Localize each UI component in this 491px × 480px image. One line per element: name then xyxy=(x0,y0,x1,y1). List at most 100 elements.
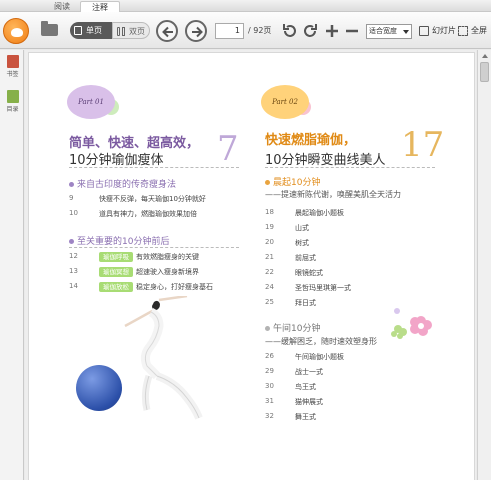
flower-decoration xyxy=(391,308,432,339)
double-page-icon xyxy=(117,27,120,36)
zoom-in-icon[interactable] xyxy=(323,22,341,40)
toc-page-num: 30 xyxy=(265,382,274,390)
toc-page-num: 25 xyxy=(265,298,274,306)
bullet-icon xyxy=(265,326,270,331)
toc-entry-text: 稳定身心，打好瘦身基石 xyxy=(136,283,213,291)
toc-page-num: 32 xyxy=(265,412,274,420)
rotate-right-icon[interactable] xyxy=(301,22,319,40)
part-badge-right: Part 02 xyxy=(261,85,309,119)
tab-annotate[interactable]: 注释 xyxy=(80,1,120,12)
toc-tag: 瑜伽呼吸 xyxy=(99,252,133,262)
toc-page-num: 22 xyxy=(265,268,274,276)
toc-page-num: 19 xyxy=(265,223,274,231)
divider xyxy=(69,247,239,248)
toc-entry[interactable]: 鸟王式 xyxy=(295,382,316,392)
rotate-left-icon[interactable] xyxy=(281,22,299,40)
vertical-scrollbar[interactable] xyxy=(477,50,491,480)
toc-page-num: 20 xyxy=(265,238,274,246)
toc-entry[interactable]: 前屈式 xyxy=(295,253,316,263)
zoom-out-icon[interactable] xyxy=(343,22,361,40)
section-subtitle: ——缓解困乏，随时速效塑身形 xyxy=(265,337,377,346)
toc-page-num: 24 xyxy=(265,283,274,291)
scroll-up-icon[interactable] xyxy=(482,54,488,58)
section-title: 晨起10分钟 xyxy=(273,178,321,188)
part-title-right-line2: 10分钟瞬变曲线美人 xyxy=(265,153,386,168)
logo-icon[interactable] xyxy=(3,18,29,44)
toc-entry[interactable]: 猫伸展式 xyxy=(295,397,323,407)
chevron-down-icon xyxy=(403,30,409,34)
zoom-value: 适合宽度 xyxy=(369,27,397,35)
sidebar-item-label: 书签 xyxy=(6,71,19,78)
toc-tag: 瑜伽冥想 xyxy=(99,267,133,277)
fullscreen-icon xyxy=(458,26,468,36)
toc-entry-text: 有效燃脂瘦身的关键 xyxy=(136,253,199,261)
toc-entry[interactable]: 瑜伽冥想 超速驶入瘦身新境界 xyxy=(99,267,199,277)
toc-entry[interactable]: 舞王式 xyxy=(295,412,316,422)
toc-entry[interactable]: 树式 xyxy=(295,238,309,248)
zoom-select[interactable]: 适合宽度 xyxy=(366,24,412,39)
toc-page-num: 12 xyxy=(69,252,78,260)
document-page: Part 01 简单、快速、超高效， 10分钟瑜伽瘦体 7 来自古印度的传奇瘦身… xyxy=(28,52,475,480)
folder-icon[interactable] xyxy=(41,21,58,36)
toc-entry[interactable]: 晨起瑜伽小题板 xyxy=(295,208,344,218)
section-heading: 来自古印度的传奇瘦身法 xyxy=(69,177,176,190)
toc-entry-text: 超速驶入瘦身新境界 xyxy=(136,268,199,276)
toc-entry[interactable]: 战士一式 xyxy=(295,367,323,377)
fullscreen-label: 全屏 xyxy=(471,26,487,35)
next-page-icon xyxy=(192,26,203,38)
section-heading: 午间10分钟 xyxy=(265,321,320,334)
document-viewport[interactable]: Part 01 简单、快速、超高效， 10分钟瑜伽瘦体 7 来自古印度的传奇瘦身… xyxy=(25,50,476,480)
toolbar: 单页 双页 1 / 92页 适合宽度 幻灯片 全屏 xyxy=(0,12,491,49)
toc-entry[interactable]: 山式 xyxy=(295,223,309,233)
toc-entry[interactable]: 道具有神力，燃脂瑜伽效果加倍 xyxy=(99,209,197,219)
sidebar-item-toc[interactable]: 目录 xyxy=(3,90,22,113)
toc-page-num: 18 xyxy=(265,208,274,216)
section-title: 至关重要的10分钟前后 xyxy=(77,237,170,247)
next-page-button[interactable] xyxy=(185,20,207,42)
part-page-number-left: 7 xyxy=(217,129,239,169)
prev-page-button[interactable] xyxy=(156,20,178,42)
yoga-woman-illustration xyxy=(124,296,203,420)
double-page-button[interactable]: 双页 xyxy=(112,22,150,39)
bullet-icon xyxy=(69,239,74,244)
slideshow-icon xyxy=(419,26,429,36)
single-page-button[interactable]: 单页 xyxy=(70,22,112,39)
toc-entry[interactable]: 快瘦不反弹，每天瑜伽10分钟就好 xyxy=(99,194,206,204)
toc-entry[interactable]: 拜日式 xyxy=(295,298,316,308)
toc-page-num: 13 xyxy=(69,267,78,275)
section-heading: 至关重要的10分钟前后 xyxy=(69,234,169,247)
part-page-number-right: 17 xyxy=(401,125,445,165)
fullscreen-button[interactable]: 全屏 xyxy=(458,23,487,39)
toc-page-num: 10 xyxy=(69,209,78,217)
toc-entry[interactable]: 圣哲玛里琪第一式 xyxy=(295,283,351,293)
toc-page-num: 26 xyxy=(265,352,274,360)
sidebar-item-bookmark[interactable]: 书签 xyxy=(3,55,22,78)
bullet-icon xyxy=(265,180,270,185)
section-title: 来自古印度的传奇瘦身法 xyxy=(77,180,177,190)
toc-page-num: 9 xyxy=(69,194,74,202)
toc-page-num: 14 xyxy=(69,282,78,290)
bookmark-icon xyxy=(6,55,19,68)
section-heading: 晨起10分钟 xyxy=(265,175,320,188)
bullet-icon xyxy=(69,182,74,187)
scroll-thumb[interactable] xyxy=(480,62,489,82)
page-number-input[interactable]: 1 xyxy=(215,23,244,39)
page-total: / 92页 xyxy=(248,26,272,35)
slideshow-label: 幻灯片 xyxy=(432,26,456,35)
toc-page-num: 29 xyxy=(265,367,274,375)
slideshow-button[interactable]: 幻灯片 xyxy=(419,23,456,39)
title-bar: 阅读 注释 xyxy=(0,0,491,12)
toc-entry[interactable]: 瑜伽放松 稳定身心，打好瘦身基石 xyxy=(99,282,213,292)
section-title: 午间10分钟 xyxy=(273,324,321,334)
toc-icon xyxy=(6,90,19,103)
tab-read[interactable]: 阅读 xyxy=(44,1,80,12)
toc-entry[interactable]: 午间瑜伽小题板 xyxy=(295,352,344,362)
toc-entry[interactable]: 瑜伽呼吸 有效燃脂瘦身的关键 xyxy=(99,252,199,262)
single-page-label: 单页 xyxy=(86,26,102,35)
part-title-left-line2: 10分钟瑜伽瘦体 xyxy=(69,153,164,168)
toc-entry[interactable]: 眼镜蛇式 xyxy=(295,268,323,278)
divider xyxy=(265,167,435,168)
section-subtitle: ——提速新陈代谢，唤醒美肌全天活力 xyxy=(265,190,401,199)
part-title-right-line1: 快速燃脂瑜伽， xyxy=(265,133,357,148)
yoga-ball-illustration xyxy=(76,365,122,411)
